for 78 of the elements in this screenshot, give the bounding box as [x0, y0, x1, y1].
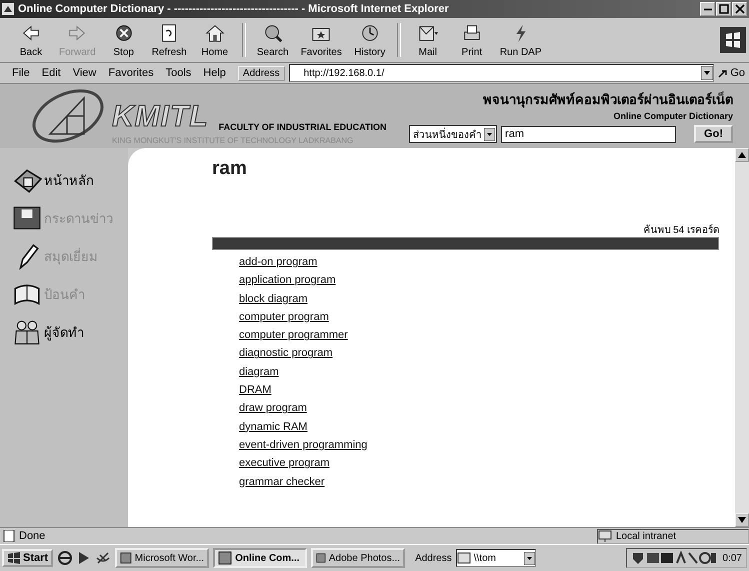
- close-button[interactable]: [732, 2, 747, 16]
- people-icon: [12, 318, 42, 346]
- sidebar-item[interactable]: หน้าหลัก: [12, 166, 128, 194]
- search-field[interactable]: ram: [501, 126, 676, 142]
- search-term-heading: ram: [212, 158, 248, 180]
- browser-icon: [2, 3, 14, 15]
- scroll-up-icon: [735, 148, 749, 162]
- toolbar-button[interactable]: Home: [194, 22, 236, 58]
- result-link[interactable]: grammar checker: [239, 472, 325, 491]
- scrollbar[interactable]: [735, 148, 749, 527]
- sidebar-item[interactable]: ผู้จัดทำ: [12, 318, 128, 346]
- app-icon: [218, 551, 232, 565]
- clock-text: 0:07: [722, 552, 742, 564]
- toolbar-button[interactable]: Refresh: [146, 22, 192, 58]
- menu-item[interactable]: Favorites: [102, 67, 160, 79]
- result-link[interactable]: diagram: [239, 362, 279, 382]
- result-link[interactable]: event-driven programming: [239, 436, 368, 454]
- search-mode-dropdown[interactable]: ส่วนหนึ่งของคำ: [409, 125, 498, 143]
- go-arrow-icon: [718, 68, 728, 78]
- toolbar-button[interactable]: Mail: [406, 22, 449, 58]
- taskbar-button[interactable]: Adobe Photos...: [311, 548, 406, 568]
- toolbar-button[interactable]: History: [348, 22, 391, 58]
- menu-item[interactable]: Tools: [160, 67, 198, 79]
- drive-icon: [456, 552, 471, 564]
- toolbar-button[interactable]: Stop: [102, 22, 145, 58]
- dropdown-arrow-icon: [701, 66, 714, 80]
- result-link[interactable]: add-on program: [239, 253, 318, 272]
- menu-item[interactable]: View: [66, 67, 102, 79]
- dropdown-arrow-icon: [524, 552, 535, 564]
- zone-text: Local intranet: [616, 530, 676, 542]
- close-icon: [734, 4, 744, 14]
- maximize-icon: [718, 4, 728, 14]
- board-icon: [12, 204, 42, 232]
- windows-logo-icon: [720, 27, 746, 53]
- menu-item[interactable]: File: [6, 67, 36, 79]
- toolbar-button[interactable]: Run DAP: [494, 22, 547, 58]
- go-button[interactable]: Go!: [694, 125, 733, 143]
- network-icon: [598, 530, 612, 542]
- windows-flag-icon: [7, 552, 21, 564]
- site-title: พจนานุกรมศัพท์คอมพิวเตอร์ผ่านอินเตอร์เน็ต: [483, 90, 733, 110]
- site-subtitle: Online Computer Dictionary: [613, 111, 733, 121]
- record-count: ค้นพบ 54 เรคอร์ด: [642, 223, 719, 237]
- result-link[interactable]: dynamic RAM: [239, 418, 308, 436]
- address-label: Address: [415, 552, 452, 564]
- status-text: Done: [19, 530, 46, 542]
- start-button[interactable]: Start: [2, 549, 54, 567]
- result-link[interactable]: executive program: [239, 454, 330, 473]
- scroll-down-icon: [735, 513, 749, 527]
- address-field[interactable]: \\tom: [456, 549, 536, 567]
- minimize-button[interactable]: [700, 2, 715, 16]
- play-icon: [77, 550, 92, 566]
- menu-item[interactable]: Help: [197, 67, 232, 79]
- faculty-text: FACULTY OF INDUSTRIAL EDUCATION: [218, 122, 386, 132]
- menu-item[interactable]: Edit: [36, 67, 67, 79]
- result-link[interactable]: application program: [239, 271, 336, 290]
- dropdown-arrow-icon: [484, 128, 496, 140]
- toolbar-button[interactable]: Favorites: [296, 22, 347, 58]
- taskbar-button[interactable]: Microsoft Wor...: [115, 548, 210, 568]
- taskbar-button[interactable]: Online Com...: [213, 548, 308, 568]
- go-button[interactable]: Go: [714, 67, 749, 79]
- address-field[interactable]: http://192.168.0.1/: [288, 64, 714, 82]
- result-link[interactable]: computer program: [239, 308, 329, 326]
- result-link[interactable]: DRAM: [239, 381, 272, 400]
- result-link[interactable]: block diagram: [239, 290, 308, 308]
- toolbar-button[interactable]: Search: [252, 22, 294, 58]
- window-title: Online Computer Dictionary - ---------------------------------- - Microsoft Internet Explorer: [18, 3, 450, 15]
- toolbar-button[interactable]: Print: [450, 22, 493, 58]
- minimize-icon: [702, 8, 712, 10]
- app-icon: [120, 551, 132, 565]
- address-label: Address: [238, 66, 285, 80]
- result-link[interactable]: draw program: [239, 399, 307, 418]
- result-link[interactable]: diagnostic program: [239, 344, 333, 363]
- result-link[interactable]: computer programmer: [239, 326, 348, 344]
- page-icon: [3, 530, 15, 542]
- toolbar-button[interactable]: Back: [10, 22, 52, 58]
- logo-text: KMITL: [112, 102, 209, 132]
- app-icon: [316, 551, 326, 565]
- maximize-button[interactable]: [716, 2, 731, 16]
